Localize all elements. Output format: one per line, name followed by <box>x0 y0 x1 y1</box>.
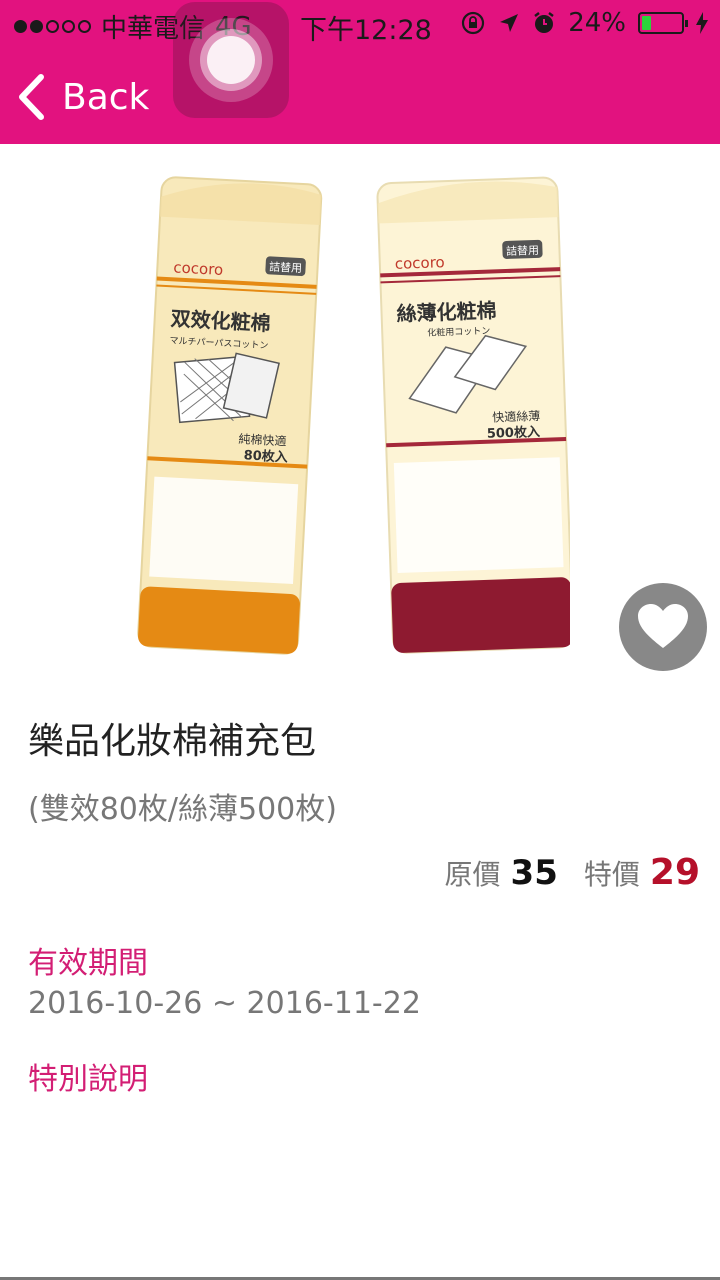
assistive-touch-icon[interactable] <box>173 2 289 118</box>
notes-heading: 特別說明 <box>28 1062 148 1097</box>
product-subtitle: (雙效80枚/絲薄500枚) <box>28 792 337 827</box>
status-time: 下午12:28 <box>300 15 432 46</box>
signal-dot <box>78 20 91 33</box>
location-arrow-icon <box>500 14 519 32</box>
rotation-lock-icon <box>462 11 485 35</box>
left-pack-tag: 詰替用 <box>269 259 303 275</box>
favorite-button[interactable] <box>619 583 707 671</box>
right-pack-brand: cocoro <box>395 253 445 273</box>
battery-percent: 24% <box>568 8 626 38</box>
original-price: 35 <box>510 853 558 893</box>
battery-icon <box>638 12 688 34</box>
app-header: 中華電信 4G 下午12:28 24% Back <box>0 0 720 144</box>
right-pack-tag: 詰替用 <box>506 243 539 258</box>
left-pack-band <box>138 586 300 654</box>
left-pack-brand: cocoro <box>173 258 224 279</box>
heart-icon <box>638 604 688 648</box>
product-image: 詰替用 cocoro 双效化粧棉 マルチパーパスコットン 純棉快適 80枚入 詰… <box>137 176 570 655</box>
right-pack: 詰替用 cocoro 絲薄化粧棉 化粧用コットン 快適絲薄 500枚入 <box>376 176 570 654</box>
left-pack-feature-1: 純棉快適 <box>238 431 287 448</box>
assist-ring-inner <box>207 36 255 84</box>
left-pack: 詰替用 cocoro 双效化粧棉 マルチパーパスコットン 純棉快適 80枚入 <box>137 176 323 655</box>
status-bar: 中華電信 4G 下午12:28 24% <box>0 0 720 50</box>
right-pack-name: 絲薄化粧棉 <box>396 298 497 325</box>
charging-bolt-icon <box>696 12 708 34</box>
validity-dates: 2016-10-26 ~ 2016-11-22 <box>28 986 421 1021</box>
signal-dot <box>46 20 59 33</box>
right-pack-band <box>391 577 570 653</box>
signal-strength-icon <box>14 20 91 33</box>
sale-price-label: 特價 <box>583 858 640 891</box>
left-pack-feature-2: 80枚入 <box>243 447 288 465</box>
right-pack-feature-2: 500枚入 <box>487 424 541 442</box>
battery-fill <box>642 16 651 30</box>
validity-heading: 有效期間 <box>28 946 148 981</box>
signal-dot <box>62 20 75 33</box>
signal-dot <box>14 20 27 33</box>
product-title: 樂品化妝棉補充包 <box>28 721 317 762</box>
status-right: 24% <box>460 8 708 38</box>
right-pack-feature-1: 快適絲薄 <box>492 408 541 425</box>
original-price-label: 原價 <box>444 858 501 891</box>
alarm-icon <box>534 12 554 33</box>
left-pack-cotton-illustration <box>173 352 280 424</box>
back-button[interactable]: Back <box>16 70 149 124</box>
back-label: Back <box>62 76 150 118</box>
price-row: 原價 35 特價 29 <box>445 852 700 893</box>
chevron-left-icon <box>19 74 44 120</box>
sale-price: 29 <box>649 852 700 893</box>
signal-dot <box>30 20 43 33</box>
